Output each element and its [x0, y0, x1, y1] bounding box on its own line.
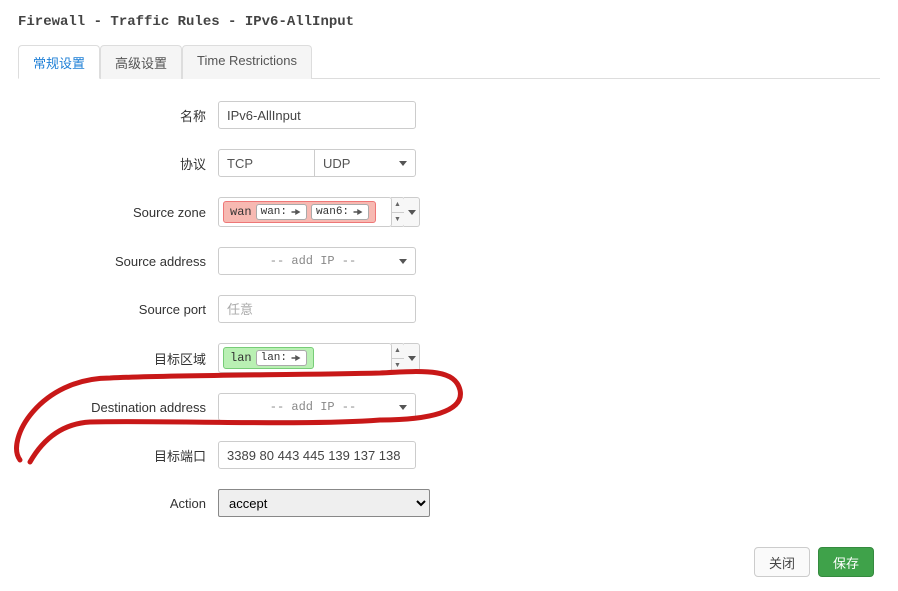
chevron-down-icon: [408, 356, 416, 361]
label-source-zone: Source zone: [18, 205, 218, 220]
chevron-down-icon: [399, 161, 407, 166]
label-dest-zone: 目标区域: [18, 349, 218, 368]
label-protocol: 协议: [18, 154, 218, 173]
name-input[interactable]: [218, 101, 416, 129]
chevron-down-icon: [399, 259, 407, 264]
zone-tag: lan:: [256, 350, 307, 366]
chevron-up-icon[interactable]: ▲: [391, 198, 404, 213]
tabs: 常规设置 高级设置 Time Restrictions: [18, 44, 880, 79]
source-address-select[interactable]: -- add IP --: [218, 247, 416, 275]
dest-zone-select[interactable]: lan lan:: [218, 343, 392, 373]
zone-tag: wan:: [256, 204, 307, 220]
chevron-down-icon: [399, 405, 407, 410]
tab-timerest[interactable]: Time Restrictions: [182, 45, 312, 79]
zone-label: wan: [230, 205, 252, 219]
close-button[interactable]: 关闭: [754, 547, 810, 577]
tab-advanced[interactable]: 高级设置: [100, 45, 182, 79]
label-action: Action: [18, 496, 218, 511]
chevron-down-icon[interactable]: ▼: [391, 359, 404, 373]
dest-port-input[interactable]: [218, 441, 416, 469]
dropdown-toggle[interactable]: [404, 343, 420, 373]
source-port-input[interactable]: [218, 295, 416, 323]
label-dest-port: 目标端口: [18, 446, 218, 465]
protocol-left: TCP: [219, 150, 315, 176]
zone-label: lan: [230, 351, 252, 365]
chevron-up-icon[interactable]: ▲: [391, 344, 404, 359]
quantity-stepper[interactable]: ▲ ▼: [391, 197, 405, 227]
interface-icon: [290, 206, 302, 218]
label-source-address: Source address: [18, 254, 218, 269]
chevron-down-icon: [408, 210, 416, 215]
annotation-overlay: [0, 0, 898, 574]
zone-tag: wan6:: [311, 204, 369, 220]
tab-general[interactable]: 常规设置: [18, 45, 100, 79]
protocol-right: UDP: [315, 150, 415, 176]
label-name: 名称: [18, 106, 218, 125]
label-dest-address: Destination address: [18, 400, 218, 415]
quantity-stepper[interactable]: ▲ ▼: [391, 343, 405, 373]
action-select[interactable]: accept: [218, 489, 430, 517]
label-source-port: Source port: [18, 302, 218, 317]
protocol-select[interactable]: TCP UDP: [218, 149, 416, 177]
dest-address-select[interactable]: -- add IP --: [218, 393, 416, 421]
dropdown-toggle[interactable]: [404, 197, 420, 227]
interface-icon: [352, 206, 364, 218]
interface-icon: [290, 352, 302, 364]
page-title: Firewall - Traffic Rules - IPv6-AllInput: [18, 14, 880, 30]
chevron-down-icon[interactable]: ▼: [391, 213, 404, 227]
save-button[interactable]: 保存: [818, 547, 874, 577]
source-zone-select[interactable]: wan wan: wan6:: [218, 197, 392, 227]
